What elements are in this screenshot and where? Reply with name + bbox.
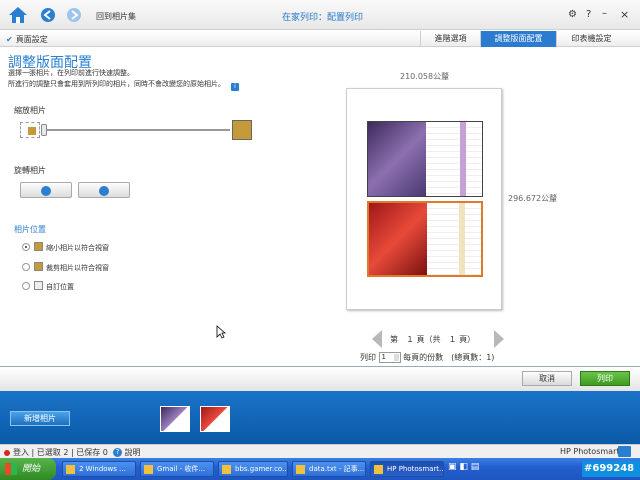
taskbar: 開始 2 Windows ... Gmail - 收件... bbs.gamer… xyxy=(0,458,640,480)
taskbar-item-bbs[interactable]: bbs.gamer.co... xyxy=(218,461,288,477)
layout-panel: 調整版面配置 選擇一張相片，在列印前進行快速調整。 所進行的調整只會套用到所列印… xyxy=(0,48,340,368)
option-custom-label[interactable]: 自訂位置 xyxy=(46,282,74,292)
title-bar: 回到相片集 在家列印：配置列印 ⚙ ? – × xyxy=(0,0,640,30)
minimize-icon[interactable]: – xyxy=(602,8,607,19)
tab-advanced[interactable]: 進階選項 xyxy=(420,31,480,47)
option-crop-label[interactable]: 裁剪相片以符合視窗 xyxy=(46,263,109,273)
shrink-photo-icon xyxy=(34,242,43,251)
note-text: 所進行的調整只會套用到所列印的相片，同時不會改變您的原始相片。 xyxy=(8,80,225,88)
forward-arrow-icon[interactable] xyxy=(66,8,82,22)
folder-icon xyxy=(66,465,75,474)
rotate-right-icon xyxy=(99,186,109,196)
taskbar-item-notepad[interactable]: data.txt - 記事... xyxy=(292,461,366,477)
taskbar-item-label: Gmail - 收件... xyxy=(157,465,206,473)
page-setup-button[interactable]: ✔ 頁面設定 xyxy=(6,34,48,45)
tab-adjust-layout[interactable]: 調整版面配置 xyxy=(480,31,556,47)
previous-page-icon[interactable] xyxy=(372,330,382,348)
checkmark-icon: ✔ xyxy=(6,35,13,44)
clock: #699248 xyxy=(582,461,640,477)
info-icon[interactable]: i xyxy=(231,83,239,91)
pager: 第 １ 頁（共 １ 頁） xyxy=(372,330,504,348)
paper-width-label: 210.058公釐 xyxy=(400,72,450,81)
tray-thumbnail[interactable] xyxy=(200,406,230,432)
hp-logo-icon xyxy=(618,446,631,457)
radio-custom-position[interactable] xyxy=(22,282,30,290)
add-photo-button[interactable]: 新增相片 xyxy=(10,411,70,426)
option-shrink-label[interactable]: 縮小相片以符合視窗 xyxy=(46,243,109,253)
zoom-slider[interactable] xyxy=(20,120,252,140)
back-arrow-icon[interactable] xyxy=(40,8,56,22)
preview-photo-1[interactable] xyxy=(367,121,483,197)
breadcrumb[interactable]: 回到相片集 xyxy=(96,11,136,22)
status-bar: 登入 | 已選取 2 | 已保存 0 ? 說明 HP Photosmart xyxy=(0,444,640,458)
zoom-label: 縮放相片 xyxy=(14,106,46,115)
start-label: 開始 xyxy=(22,464,41,474)
mouse-cursor-icon xyxy=(216,325,226,339)
taskbar-item-gmail[interactable]: Gmail - 收件... xyxy=(140,461,214,477)
brand-label: HP Photosmart xyxy=(560,447,620,456)
hp-icon xyxy=(374,465,383,474)
status-dot-icon xyxy=(4,449,10,456)
copies-suffix: 每頁的份數 (總頁數：1) xyxy=(403,353,495,362)
paper-preview xyxy=(346,88,502,310)
copies-label: 列印 xyxy=(360,353,376,362)
zoom-thumb[interactable] xyxy=(41,124,47,136)
preview-panel: 210.058公釐 296.672公釐 第 １ 頁（共 １ 頁） 列印 1 每頁… xyxy=(340,48,640,368)
print-button[interactable]: 列印 xyxy=(580,371,630,386)
paper-height-label: 296.672公釐 xyxy=(508,194,558,203)
rotate-left-button[interactable] xyxy=(20,182,72,198)
taskbar-item-label: HP Photosmart... xyxy=(387,465,444,473)
action-bar: 取消 列印 xyxy=(0,367,640,391)
position-label: 相片位置 xyxy=(14,225,46,234)
rotate-left-icon xyxy=(41,186,51,196)
cancel-button[interactable]: 取消 xyxy=(522,371,572,386)
close-icon[interactable]: × xyxy=(620,8,629,21)
help-icon[interactable]: ? xyxy=(112,448,122,457)
preview-photo-2-selected[interactable] xyxy=(367,201,483,277)
zoom-in-photo-icon[interactable] xyxy=(232,120,252,140)
tray-thumbnail[interactable] xyxy=(160,406,190,432)
taskbar-item-folder[interactable]: 2 Windows ... xyxy=(62,461,136,477)
taskbar-item-label: 2 Windows ... xyxy=(79,465,126,473)
next-page-icon[interactable] xyxy=(494,330,504,348)
taskbar-item-photosmart[interactable]: HP Photosmart... xyxy=(370,461,444,477)
copies-stepper[interactable]: 1 xyxy=(378,352,401,363)
rotate-right-button[interactable] xyxy=(78,182,130,198)
system-tray[interactable]: ▣ ◧ ▤ xyxy=(448,462,479,472)
help-link[interactable]: 說明 xyxy=(124,448,140,457)
photo-tray: 新增相片 xyxy=(0,391,640,444)
tab-row: ✔ 頁面設定 進階選項 調整版面配置 印表機設定 xyxy=(0,31,640,47)
taskbar-item-label: bbs.gamer.co... xyxy=(235,465,288,473)
rotate-label: 旋轉相片 xyxy=(14,166,46,175)
page-setup-label: 頁面設定 xyxy=(15,35,48,44)
copies-row: 列印 1 每頁的份數 (總頁數：1) xyxy=(360,352,494,363)
taskbar-item-label: data.txt - 記事... xyxy=(309,465,365,473)
status-text: 登入 | 已選取 2 | 已保存 0 xyxy=(13,448,108,457)
radio-shrink-to-fit[interactable] xyxy=(22,243,30,251)
window-title: 在家列印：配置列印 xyxy=(282,13,364,23)
browser-icon xyxy=(144,465,153,474)
gear-icon[interactable]: ⚙ xyxy=(568,9,577,20)
windows-logo-icon xyxy=(5,463,17,475)
page-indicator: 第 １ 頁（共 １ 頁） xyxy=(390,335,476,344)
help-icon[interactable]: ? xyxy=(586,9,591,20)
zoom-out-photo-icon[interactable] xyxy=(20,122,40,138)
crop-photo-icon xyxy=(34,262,43,271)
home-icon[interactable] xyxy=(8,6,28,24)
app-icon xyxy=(222,465,231,474)
custom-position-icon xyxy=(34,281,43,290)
zoom-track[interactable] xyxy=(42,129,230,131)
start-button[interactable]: 開始 xyxy=(0,458,56,480)
tab-printer-settings[interactable]: 印表機設定 xyxy=(556,31,626,47)
notepad-icon xyxy=(296,465,305,474)
radio-crop-to-fit[interactable] xyxy=(22,263,30,271)
subtitle: 選擇一張相片，在列印前進行快速調整。 xyxy=(8,69,134,77)
